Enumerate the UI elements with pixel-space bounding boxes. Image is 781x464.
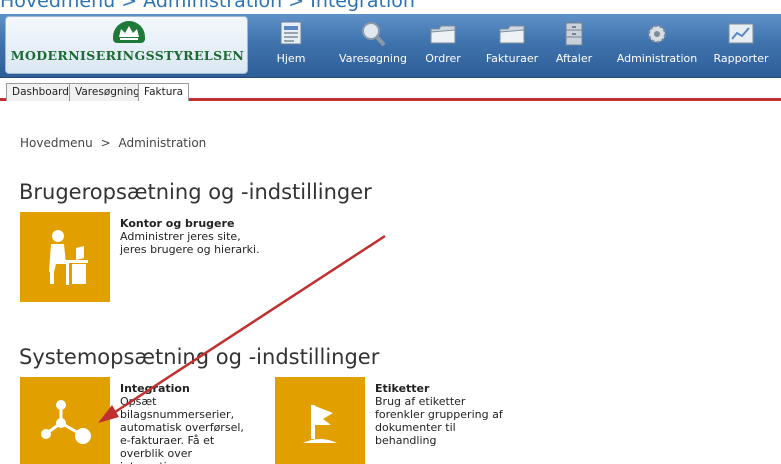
etiketter-tile[interactable] — [275, 377, 365, 464]
logo[interactable]: MODERNISERINGSSTYRELSEN — [5, 16, 248, 74]
archive-cabinet-icon — [565, 22, 583, 46]
breadcrumb-separator: > — [100, 136, 111, 150]
page-heading: Hovedmenu > Administration > Integration — [0, 0, 415, 12]
nav-label: Varesøgning — [339, 52, 407, 65]
home-document-icon — [280, 21, 302, 45]
crown-icon — [113, 21, 145, 43]
top-navigation-bar: MODERNISERINGSSTYRELSEN Hjem Varesøgning — [0, 14, 781, 78]
kontor-og-brugere-description: Administrer jeres site, jeres brugere og… — [120, 230, 260, 256]
chart-icon — [728, 23, 754, 44]
tab-varesogning[interactable]: Varesøgning — [69, 83, 146, 101]
breadcrumb-root[interactable]: Hovedmenu — [20, 136, 93, 150]
flag-icon — [303, 405, 337, 443]
nav-label: Hjem — [276, 52, 306, 65]
integration-link[interactable]: Integration — [120, 382, 190, 395]
etiketter-description: Brug af etiketter forenkler gruppering a… — [375, 395, 503, 447]
nav-label: Fakturaer — [485, 52, 539, 65]
breadcrumb-current: Administration — [118, 136, 207, 150]
nav-label: Aftaler — [555, 52, 593, 65]
nav-item-ordrer[interactable]: Ordrer — [418, 18, 468, 74]
network-nodes-icon — [41, 400, 91, 444]
tab-faktura[interactable]: Faktura — [138, 83, 190, 101]
nav-label: Rapporter — [713, 52, 769, 65]
nav-label: Administration — [616, 52, 698, 65]
folder-icon — [499, 25, 525, 44]
etiketter-link[interactable]: Etiketter — [375, 382, 429, 395]
tab-dashboard[interactable]: Dashboard — [6, 83, 75, 101]
nav-item-hjem[interactable]: Hjem — [266, 18, 316, 74]
tab-bar: Dashboard Varesøgning Faktura — [0, 78, 781, 101]
nav-label: Ordrer — [425, 52, 461, 65]
nav-item-varesogning[interactable]: Varesøgning — [334, 18, 412, 74]
logo-text: MODERNISERINGSSTYRELSEN — [10, 48, 245, 63]
person-at-desk-icon — [49, 230, 88, 285]
nav-item-fakturaer[interactable]: Fakturaer — [480, 18, 544, 74]
kontor-og-brugere-link[interactable]: Kontor og brugere — [120, 217, 234, 230]
folder-icon — [430, 25, 456, 44]
kontor-og-brugere-tile[interactable] — [20, 212, 110, 302]
section-title-system-setup: Systemopsætning og -indstillinger — [19, 345, 380, 369]
magnifier-icon — [362, 22, 386, 47]
gear-icon — [648, 25, 666, 43]
nav-item-administration[interactable]: Administration — [614, 18, 700, 74]
nav-item-rapporter[interactable]: Rapporter — [706, 18, 776, 74]
breadcrumb: Hovedmenu > Administration — [20, 136, 210, 150]
integration-description: Opsæt bilagsnummerserier, automatisk ove… — [120, 395, 244, 464]
section-title-user-setup: Brugeropsætning og -indstillinger — [19, 180, 372, 204]
integration-tile[interactable] — [20, 377, 110, 464]
nav-item-aftaler[interactable]: Aftaler — [552, 18, 596, 74]
